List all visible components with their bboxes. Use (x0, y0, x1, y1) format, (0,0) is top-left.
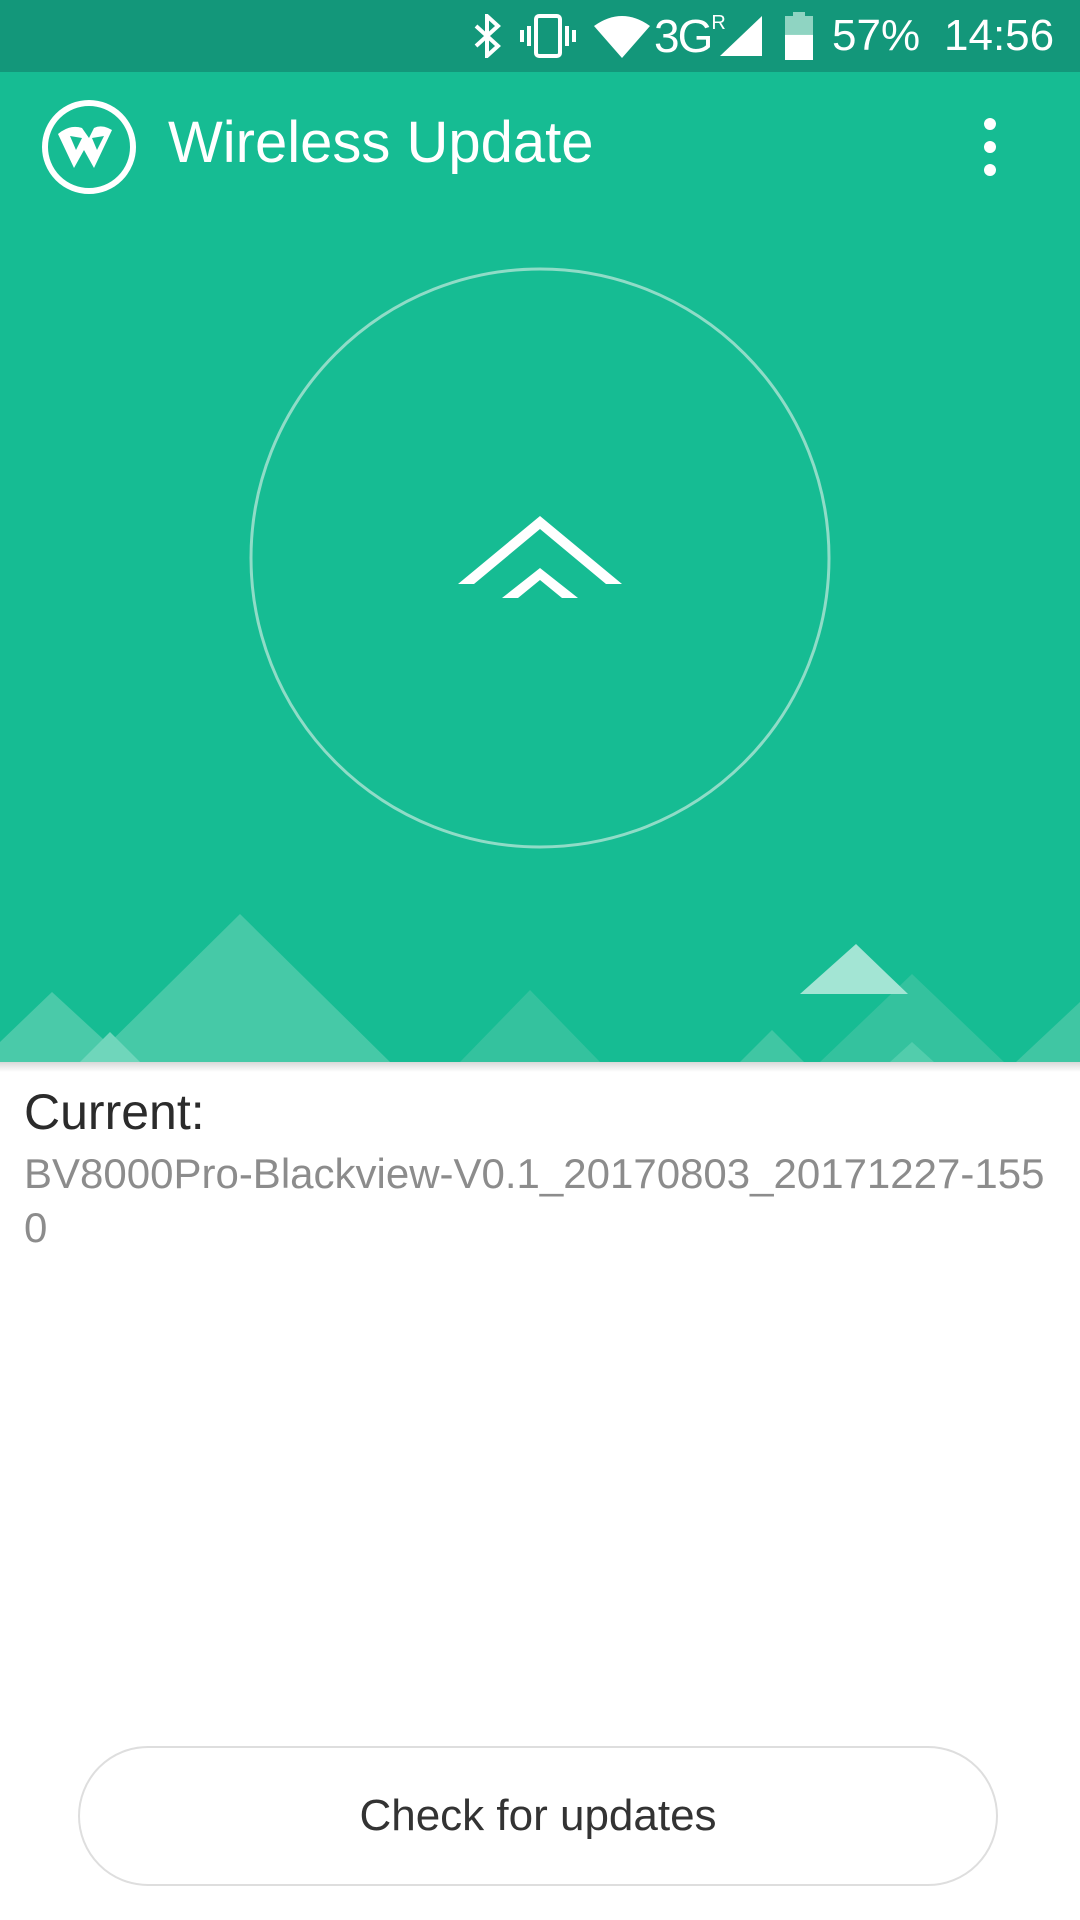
more-vert-icon (984, 118, 996, 176)
network-type: 3G R (654, 10, 726, 62)
wireless-update-logo-icon (40, 98, 138, 196)
update-action-circle[interactable] (248, 266, 832, 850)
mountains-decoration (0, 892, 1080, 1062)
bluetooth-icon (470, 0, 504, 72)
current-version-value: BV8000Pro-Blackview-V0.1_20170803_201712… (24, 1150, 1045, 1251)
double-chevron-up-icon (458, 516, 622, 598)
vibrate-icon (520, 0, 576, 72)
signal-icon (718, 0, 762, 72)
battery-percent-text: 57% (832, 11, 921, 60)
clock-text: 14:56 (944, 11, 1055, 60)
wifi-icon (594, 0, 650, 72)
battery-percent: 57% (832, 0, 920, 72)
status-bar: 3G R 57% 14:56 (0, 0, 1080, 72)
check-for-updates-button[interactable]: Check for updates (78, 1746, 998, 1886)
hero-shadow (0, 1062, 1080, 1072)
screen: 3G R 57% 14:56 Wireless Update Current: … (0, 0, 1080, 1920)
clock: 14:56 (944, 0, 1054, 72)
app-title: Wireless Update (168, 110, 594, 175)
hero-panel: Wireless Update (0, 72, 1080, 1062)
more-options-button[interactable] (960, 112, 1020, 182)
current-version-label: Current: (24, 1084, 205, 1140)
battery-icon (784, 0, 814, 72)
